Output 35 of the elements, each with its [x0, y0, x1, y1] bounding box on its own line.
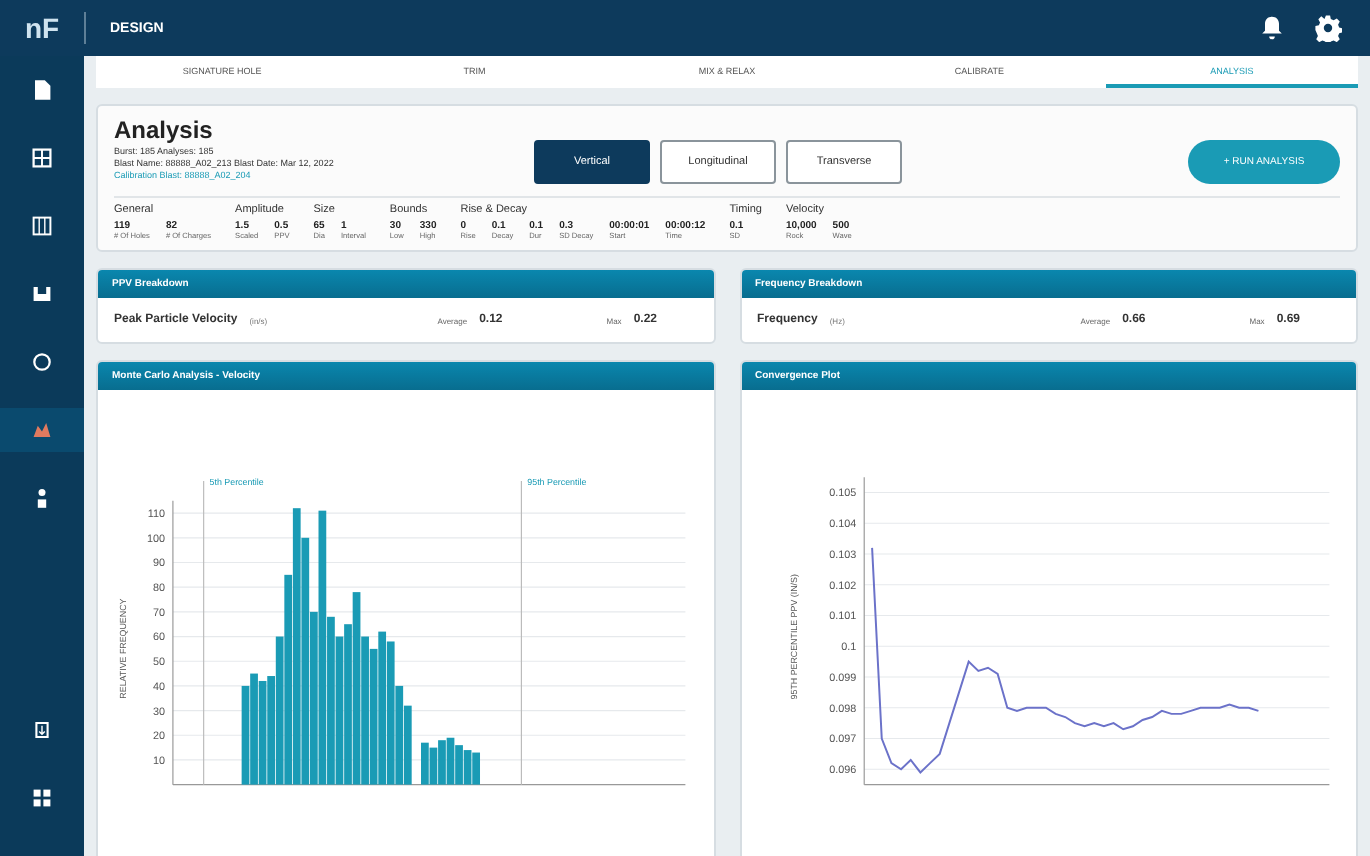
bar [284, 574, 293, 785]
bar [318, 510, 327, 785]
bar [438, 740, 446, 785]
bar [258, 680, 267, 785]
bar [429, 747, 438, 785]
bar [275, 636, 284, 785]
bar [455, 745, 463, 785]
columns-icon [28, 212, 56, 240]
bar [267, 676, 276, 785]
bell-icon[interactable] [1258, 14, 1286, 42]
bar [421, 742, 429, 785]
bar [292, 508, 301, 785]
bar [327, 616, 335, 785]
app-logo[interactable]: nF [0, 12, 84, 44]
bar [446, 737, 455, 785]
bar [250, 673, 258, 785]
bar [386, 641, 395, 785]
bar [463, 750, 472, 785]
bar [335, 636, 344, 785]
analysis-title: Analysis [114, 116, 215, 144]
bar [309, 611, 318, 785]
bar [301, 537, 310, 785]
bar [361, 636, 369, 785]
bar [352, 592, 361, 785]
bar [472, 752, 481, 785]
bar [403, 705, 412, 785]
bar [241, 685, 250, 785]
settings-icon[interactable] [1314, 14, 1342, 42]
bar [378, 631, 387, 785]
bar [395, 685, 404, 785]
bar [344, 624, 352, 785]
circle-icon [28, 348, 56, 376]
grid-icon [28, 144, 56, 172]
bar [369, 648, 378, 785]
apps-icon [28, 784, 56, 812]
